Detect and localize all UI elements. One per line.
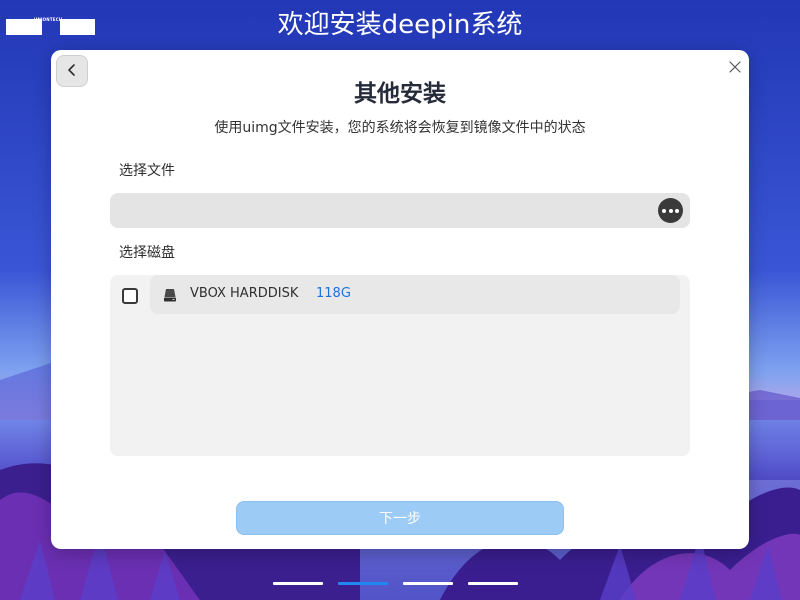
other-install-dialog: 其他安装 使用uimg文件安装，您的系统将会恢复到镜像文件中的状态 选择文件 选… <box>51 50 749 549</box>
close-icon <box>727 60 743 79</box>
disk-item[interactable]: VBOX HARDDISK 118G <box>150 275 680 314</box>
select-file-label: 选择文件 <box>119 163 175 179</box>
step-2 <box>338 582 388 585</box>
file-path-input[interactable] <box>110 193 650 228</box>
disk-size: 118G <box>316 286 351 301</box>
installer-title: 欢迎安装deepin系统 <box>277 10 523 40</box>
browse-button[interactable] <box>658 198 683 223</box>
select-disk-label: 选择磁盘 <box>119 245 175 261</box>
step-3 <box>403 582 453 585</box>
close-button[interactable] <box>727 59 743 75</box>
more-icon-dot <box>668 208 673 213</box>
disk-list: VBOX HARDDISK 118G <box>110 275 690 456</box>
more-icon <box>661 208 666 213</box>
step-indicator <box>273 582 533 586</box>
dialog-description: 使用uimg文件安装，您的系统将会恢复到镜像文件中的状态 <box>214 120 586 136</box>
step-1 <box>273 582 323 585</box>
step-4 <box>468 582 518 585</box>
disk-name: VBOX HARDDISK <box>190 286 299 301</box>
dialog-title: 其他安装 <box>354 81 446 107</box>
disk-drive-icon <box>163 287 177 302</box>
file-path-field <box>110 193 690 228</box>
next-button[interactable]: 下一步 <box>236 501 564 535</box>
disk-checkbox[interactable] <box>122 288 138 304</box>
more-icon-dot <box>675 208 680 213</box>
